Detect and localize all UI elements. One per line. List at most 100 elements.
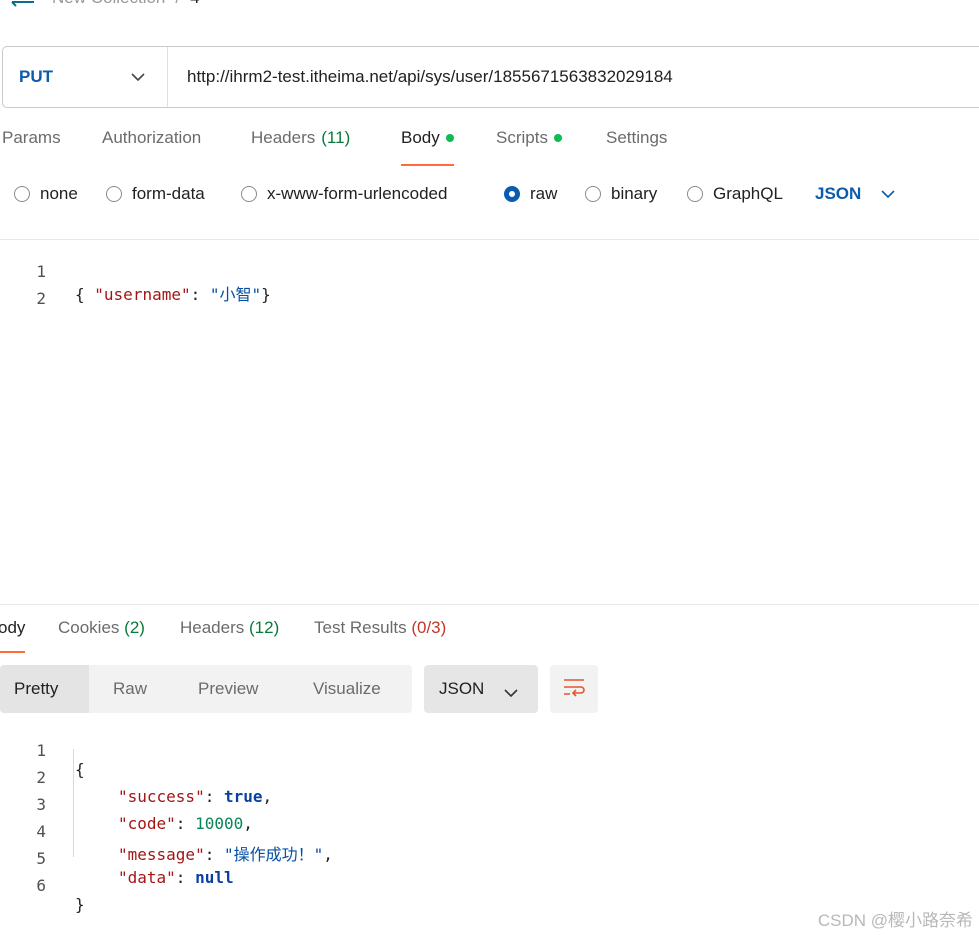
json-keyword: null [195, 868, 234, 887]
view-preview[interactable]: Preview [198, 665, 258, 713]
json-comma: , [323, 845, 333, 864]
radio-raw[interactable]: raw [504, 184, 557, 204]
code-line: 1 { [0, 722, 84, 779]
radio-circle [106, 186, 122, 202]
view-label: Visualize [313, 679, 381, 698]
json-string: "操作成功！" [223, 845, 324, 864]
code-line: 4 "message": "操作成功！", [0, 803, 333, 864]
method-select[interactable]: PUT [3, 47, 168, 107]
option-label: raw [530, 184, 558, 203]
view-pretty[interactable]: Pretty [0, 665, 89, 713]
tab-label: ody [0, 618, 26, 637]
tab-params[interactable]: Params [2, 128, 61, 166]
tab-cookies[interactable]: Cookies (2) [58, 618, 145, 652]
view-visualize[interactable]: Visualize [313, 665, 381, 713]
status-dot-icon [553, 134, 562, 142]
tab-response-headers[interactable]: Headers (12) [180, 618, 279, 652]
code-line: 2 "success": true, [0, 749, 272, 806]
tab-count: (0/3) [411, 618, 447, 637]
code-line: 5 "data": null [0, 830, 233, 887]
tab-count: (11) [321, 128, 351, 147]
radio-circle [687, 186, 703, 202]
radio-circle-checked [504, 186, 520, 202]
tab-test-results[interactable]: Test Results (0/3) [314, 618, 446, 652]
radio-none[interactable]: none [14, 184, 78, 204]
tab-label: Params [2, 128, 61, 147]
format-label: JSON [815, 184, 862, 203]
tab-label: Settings [606, 128, 668, 147]
tab-label: Headers [180, 618, 245, 637]
tab-response-body[interactable]: ody [0, 618, 26, 653]
request-bar: PUT http://ihrm2-test.itheima.net/api/sy… [2, 46, 979, 108]
watermark: CSDN @樱小路奈希 [817, 911, 973, 930]
url-input[interactable]: http://ihrm2-test.itheima.net/api/sys/us… [168, 67, 673, 87]
option-label: none [40, 184, 78, 203]
response-divider [0, 604, 979, 605]
response-format-select[interactable]: JSON [424, 665, 538, 713]
method-label: PUT [19, 67, 53, 86]
json-string: "小智" [209, 285, 262, 304]
json-key: "message" [118, 845, 205, 864]
radio-binary[interactable]: binary [585, 184, 657, 204]
tab-label: Authorization [102, 128, 202, 147]
breadcrumb-collection[interactable]: New Collection [52, 0, 165, 8]
option-label: binary [611, 184, 658, 203]
code-line: 2 [0, 270, 46, 308]
tab-scripts[interactable]: Scripts [496, 128, 562, 166]
json-key: "data" [118, 868, 176, 887]
json-key: "code" [118, 814, 176, 833]
format-label: JSON [439, 679, 485, 698]
view-label: Preview [198, 679, 259, 698]
tab-label: Headers [251, 128, 316, 147]
radio-urlencoded[interactable]: x-www-form-urlencoded [241, 184, 447, 204]
json-colon: : [190, 285, 210, 304]
tab-label: Test Results [314, 618, 407, 637]
chevron-down-icon [131, 69, 145, 87]
tab-settings[interactable]: Settings [606, 128, 667, 166]
http-request-icon [10, 0, 36, 8]
json-brace: } [261, 285, 271, 304]
json-comma: , [262, 787, 273, 806]
radio-form-data[interactable]: form-data [106, 184, 205, 204]
tab-label: Scripts [496, 128, 548, 147]
radio-circle [14, 186, 30, 202]
breadcrumb-separator: / [175, 0, 180, 8]
line-number: 2 [36, 289, 46, 308]
json-brace: { [75, 760, 85, 779]
tab-authorization[interactable]: Authorization [102, 128, 201, 166]
view-label: Pretty [14, 679, 59, 698]
response-view-switcher: Pretty Raw Preview Visualize [0, 665, 412, 713]
tab-headers[interactable]: Headers (11) [251, 128, 350, 166]
tab-label: Body [401, 128, 440, 147]
breadcrumb: New Collection / 4 [10, 0, 200, 8]
code-line: 3 "code": 10000, [0, 776, 253, 833]
json-keyword: true [223, 787, 263, 806]
tab-count: (2) [124, 618, 145, 637]
line-number: 6 [36, 876, 46, 895]
body-format-select[interactable]: JSON [815, 184, 895, 204]
json-key: "success" [118, 787, 205, 806]
json-brace: } [75, 895, 85, 914]
chevron-down-icon [504, 683, 518, 703]
json-comma: , [243, 814, 253, 833]
breadcrumb-request[interactable]: 4 [190, 0, 199, 8]
radio-circle [585, 186, 601, 202]
option-label: x-www-form-urlencoded [267, 184, 448, 203]
code-line: 1 { "username": "小智"} [0, 243, 270, 304]
json-number: 10000 [195, 814, 244, 833]
tab-count: (12) [249, 618, 280, 637]
tab-body[interactable]: Body [401, 128, 454, 166]
wrap-lines-icon [562, 677, 586, 702]
status-dot-icon [445, 134, 454, 142]
json-brace: { [75, 285, 85, 304]
indent-guide [73, 749, 74, 857]
code-line: 6 } [0, 857, 84, 914]
option-label: form-data [132, 184, 205, 203]
json-key: "username" [94, 285, 191, 304]
tab-label: Cookies [58, 618, 120, 637]
radio-graphql[interactable]: GraphQL [687, 184, 783, 204]
view-raw[interactable]: Raw [113, 665, 147, 713]
radio-circle [241, 186, 257, 202]
wrap-lines-button[interactable] [550, 665, 598, 713]
view-label: Raw [113, 679, 148, 698]
